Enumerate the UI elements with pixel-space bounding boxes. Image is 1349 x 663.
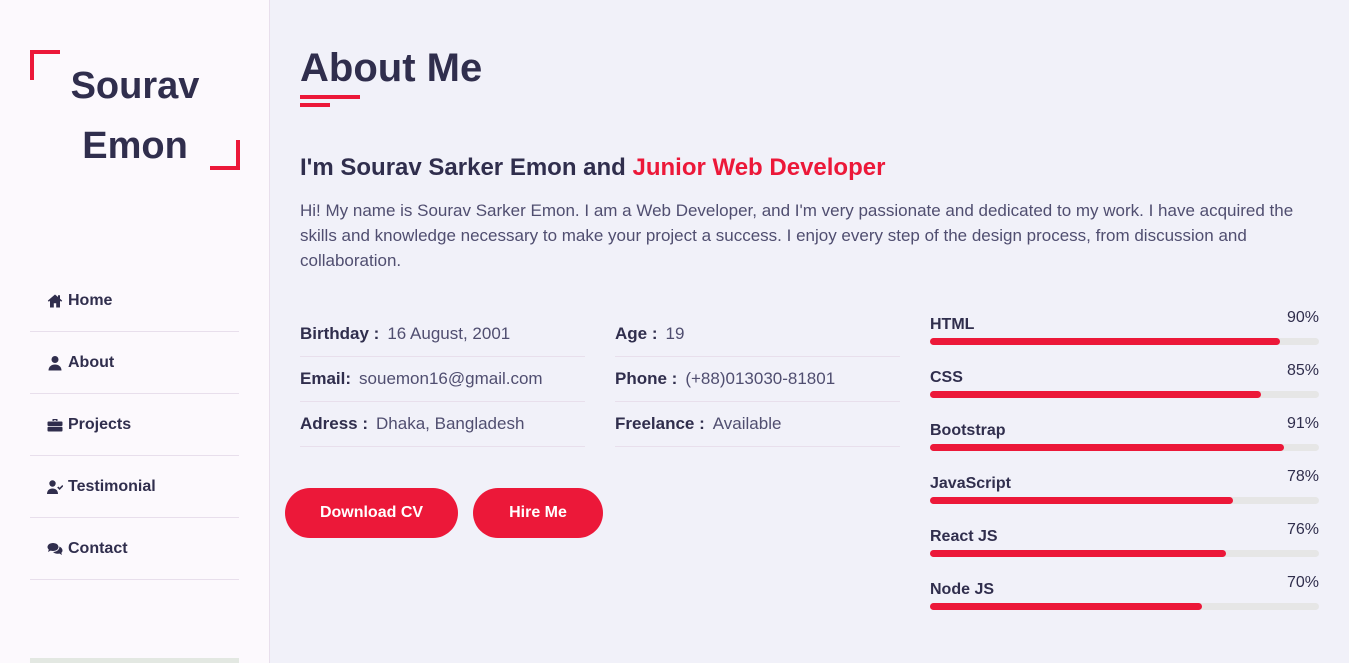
personal-info-left: Birthday : 16 August, 2001 Email: souemo… — [300, 312, 585, 447]
skill-html: HTML 90% — [930, 306, 1319, 359]
skill-css: CSS 85% — [930, 359, 1319, 412]
skill-progress-track — [930, 391, 1319, 398]
info-value: souemon16@gmail.com — [359, 369, 543, 388]
personal-info-right: Age : 19 Phone : (+88)013030-81801 Freel… — [615, 312, 900, 447]
info-key: Birthday : — [300, 324, 380, 343]
logo-line1: Sourav — [70, 65, 200, 107]
comments-icon — [46, 541, 64, 557]
nav-label-home: Home — [68, 291, 113, 309]
skill-node-js: Node JS 70% — [930, 571, 1319, 624]
skill-progress-track — [930, 550, 1319, 557]
skill-progress-track — [930, 444, 1319, 451]
skill-bootstrap: Bootstrap 91% — [930, 412, 1319, 465]
nav-item-projects[interactable]: Projects — [30, 394, 239, 456]
skill-percent: 70% — [1286, 574, 1319, 591]
info-key: Freelance : — [615, 414, 705, 433]
nav-label-projects: Projects — [68, 415, 132, 433]
section-title: About Me — [300, 46, 483, 90]
skills-list: HTML 90% CSS 85% Bootstrap 91% JavaScrip… — [930, 306, 1319, 624]
info-value: 16 August, 2001 — [387, 324, 511, 343]
info-row-freelance: Freelance : Available — [615, 402, 900, 447]
logo-name: Sourav Emon — [30, 56, 240, 176]
nav-label-about: About — [68, 353, 115, 371]
info-key: Email: — [300, 369, 352, 388]
info-value: Dhaka, Bangladesh — [376, 414, 525, 433]
logo-line2: Emon — [82, 125, 188, 167]
info-key: Phone : — [615, 369, 678, 388]
info-row-birthday: Birthday : 16 August, 2001 — [300, 312, 585, 357]
info-key: Adress : — [300, 414, 369, 433]
nav-label-contact: Contact — [68, 539, 128, 557]
sidebar: Sourav Emon Home About Projects Testimon… — [0, 0, 270, 663]
home-icon — [46, 293, 64, 309]
nav-item-testimonial[interactable]: Testimonial — [30, 456, 239, 518]
skill-progress-fill — [930, 338, 1281, 345]
skill-percent: 78% — [1286, 468, 1319, 485]
info-row-email: Email: souemon16@gmail.com — [300, 357, 585, 402]
logo[interactable]: Sourav Emon — [30, 50, 240, 170]
info-row-phone: Phone : (+88)013030-81801 — [615, 357, 900, 402]
title-underline-short — [300, 103, 330, 107]
skill-progress-fill — [930, 444, 1284, 451]
skill-name: JavaScript — [930, 475, 1011, 492]
info-row-address: Adress : Dhaka, Bangladesh — [300, 402, 585, 447]
nav-menu: Home About Projects Testimonial Contact — [30, 270, 239, 580]
sidebar-bottom-bar — [30, 658, 239, 663]
nav-item-home[interactable]: Home — [30, 270, 239, 332]
info-value: Available — [712, 414, 782, 433]
info-value: 19 — [665, 324, 685, 343]
skill-percent: 76% — [1286, 521, 1319, 538]
skill-name: React JS — [930, 528, 998, 545]
skill-react-js: React JS 76% — [930, 518, 1319, 571]
skill-name: Node JS — [930, 581, 995, 598]
info-key: Age : — [615, 324, 658, 343]
skill-progress-fill — [930, 550, 1226, 557]
skill-progress-track — [930, 497, 1319, 504]
title-underline-long — [300, 95, 360, 99]
about-paragraph: Hi! My name is Sourav Sarker Emon. I am … — [300, 201, 1294, 270]
skill-name: Bootstrap — [930, 422, 1006, 439]
skill-progress-track — [930, 338, 1319, 345]
download-cv-button[interactable]: Download CV — [285, 488, 458, 538]
skill-progress-fill — [930, 497, 1234, 504]
logo-corner-bottom-right — [210, 140, 240, 170]
hire-me-button[interactable]: Hire Me — [473, 488, 603, 538]
skill-progress-track — [930, 603, 1319, 610]
intro-prefix: I'm Sourav Sarker Emon and — [300, 154, 633, 181]
about-section: About Me I'm Sourav Sarker Emon and Juni… — [285, 0, 1320, 663]
skill-name: CSS — [930, 369, 963, 386]
skill-progress-fill — [930, 603, 1203, 610]
briefcase-icon — [46, 417, 64, 433]
intro-role: Junior Web Developer — [632, 154, 886, 181]
nav-label-testimonial: Testimonial — [68, 477, 156, 495]
nav-item-about[interactable]: About — [30, 332, 239, 394]
intro-heading: I'm Sourav Sarker Emon and Junior Web De… — [300, 154, 885, 182]
nav-item-contact[interactable]: Contact — [30, 518, 239, 580]
skill-name: HTML — [930, 316, 975, 333]
skill-javascript: JavaScript 78% — [930, 465, 1319, 518]
user-check-icon — [46, 479, 64, 495]
skill-percent: 90% — [1286, 309, 1319, 326]
user-icon — [46, 355, 64, 371]
skill-percent: 85% — [1286, 362, 1319, 379]
info-value: (+88)013030-81801 — [685, 369, 836, 388]
info-row-age: Age : 19 — [615, 312, 900, 357]
skill-percent: 91% — [1286, 415, 1319, 432]
skill-progress-fill — [930, 391, 1261, 398]
